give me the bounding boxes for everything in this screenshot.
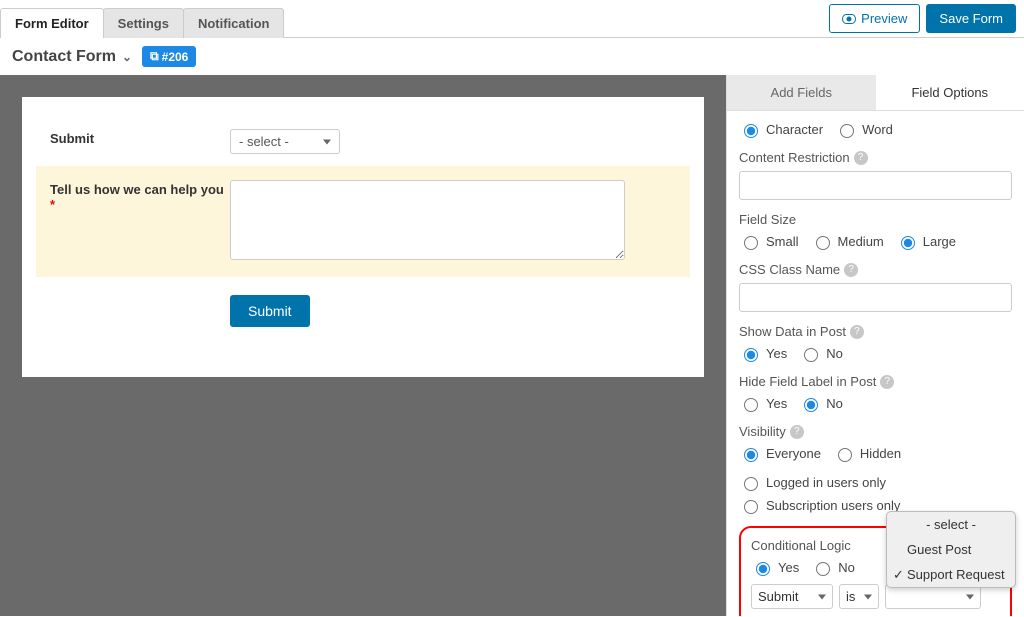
eye-icon	[842, 14, 856, 24]
radio-vis-subscription[interactable]: Subscription users only	[739, 497, 900, 514]
form-canvas-area: Submit - select - Tell us how we can hel…	[0, 75, 726, 616]
radio-cond-yes[interactable]: Yes	[751, 559, 799, 576]
cond-value-dropdown: - select - Guest Post Support Request	[886, 511, 1016, 588]
field-help-textarea[interactable]	[230, 180, 625, 260]
preview-label: Preview	[861, 11, 907, 26]
radio-cond-no[interactable]: No	[811, 559, 855, 576]
radio-vis-hidden[interactable]: Hidden	[833, 445, 901, 462]
label-hide-field-label: Hide Field Label in Post ?	[739, 374, 1012, 389]
help-icon[interactable]: ?	[844, 263, 858, 277]
field-help-label: Tell us how we can help you *	[50, 180, 230, 263]
preview-button[interactable]: Preview	[829, 4, 920, 33]
radio-vis-logged[interactable]: Logged in users only	[739, 474, 886, 491]
label-visibility: Visibility ?	[739, 424, 1012, 439]
radio-size-large[interactable]: Large	[896, 233, 956, 250]
chevron-down-icon: ⌄	[122, 50, 132, 64]
label-field-size: Field Size	[739, 212, 1012, 227]
help-icon[interactable]: ?	[850, 325, 864, 339]
tab-settings[interactable]: Settings	[103, 8, 184, 38]
help-icon[interactable]: ?	[790, 425, 804, 439]
submit-button[interactable]: Submit	[230, 295, 310, 327]
help-icon[interactable]: ?	[854, 151, 868, 165]
sidebar: Add Fields Field Options Character Word …	[726, 75, 1024, 616]
radio-word[interactable]: Word	[835, 121, 893, 138]
cond-field-select[interactable]: Submit	[751, 584, 833, 609]
help-icon[interactable]: ?	[880, 375, 894, 389]
label-show-data: Show Data in Post ?	[739, 324, 1012, 339]
input-content-restriction[interactable]	[739, 171, 1012, 200]
sidebar-tab-add-fields[interactable]: Add Fields	[727, 75, 876, 110]
dropdown-option-select[interactable]: - select -	[887, 512, 1015, 537]
sidebar-tab-field-options[interactable]: Field Options	[876, 75, 1024, 110]
field-submit-select[interactable]: - select -	[230, 129, 340, 154]
radio-hidelabel-no[interactable]: No	[799, 395, 843, 412]
radio-size-small[interactable]: Small	[739, 233, 799, 250]
cond-operator-select[interactable]: is	[839, 584, 879, 609]
tab-notification[interactable]: Notification	[183, 8, 285, 38]
radio-showdata-yes[interactable]: Yes	[739, 345, 787, 362]
dropdown-option-guest-post[interactable]: Guest Post	[887, 537, 1015, 562]
radio-hidelabel-yes[interactable]: Yes	[739, 395, 787, 412]
form-id-text: #206	[162, 50, 189, 64]
radio-size-medium[interactable]: Medium	[811, 233, 884, 250]
form-canvas: Submit - select - Tell us how we can hel…	[22, 97, 704, 377]
label-content-restriction: Content Restriction ?	[739, 150, 1012, 165]
save-form-button[interactable]: Save Form	[926, 4, 1016, 33]
form-name-label: Contact Form	[12, 48, 116, 66]
tab-form-editor[interactable]: Form Editor	[0, 8, 104, 38]
radio-character[interactable]: Character	[739, 121, 823, 138]
form-id-badge[interactable]: ⧉ #206	[142, 46, 196, 67]
form-name[interactable]: Contact Form ⌄	[12, 48, 132, 66]
required-mark: *	[50, 197, 55, 212]
field-submit-label: Submit	[50, 129, 230, 154]
radio-vis-everyone[interactable]: Everyone	[739, 445, 821, 462]
copy-icon: ⧉	[150, 49, 159, 64]
radio-showdata-no[interactable]: No	[799, 345, 843, 362]
field-help-message[interactable]: Tell us how we can help you *	[36, 166, 690, 277]
label-css-class: CSS Class Name ?	[739, 262, 1012, 277]
field-submit[interactable]: Submit - select -	[50, 117, 676, 166]
dropdown-option-support-request[interactable]: Support Request	[887, 562, 1015, 587]
input-css-class[interactable]	[739, 283, 1012, 312]
